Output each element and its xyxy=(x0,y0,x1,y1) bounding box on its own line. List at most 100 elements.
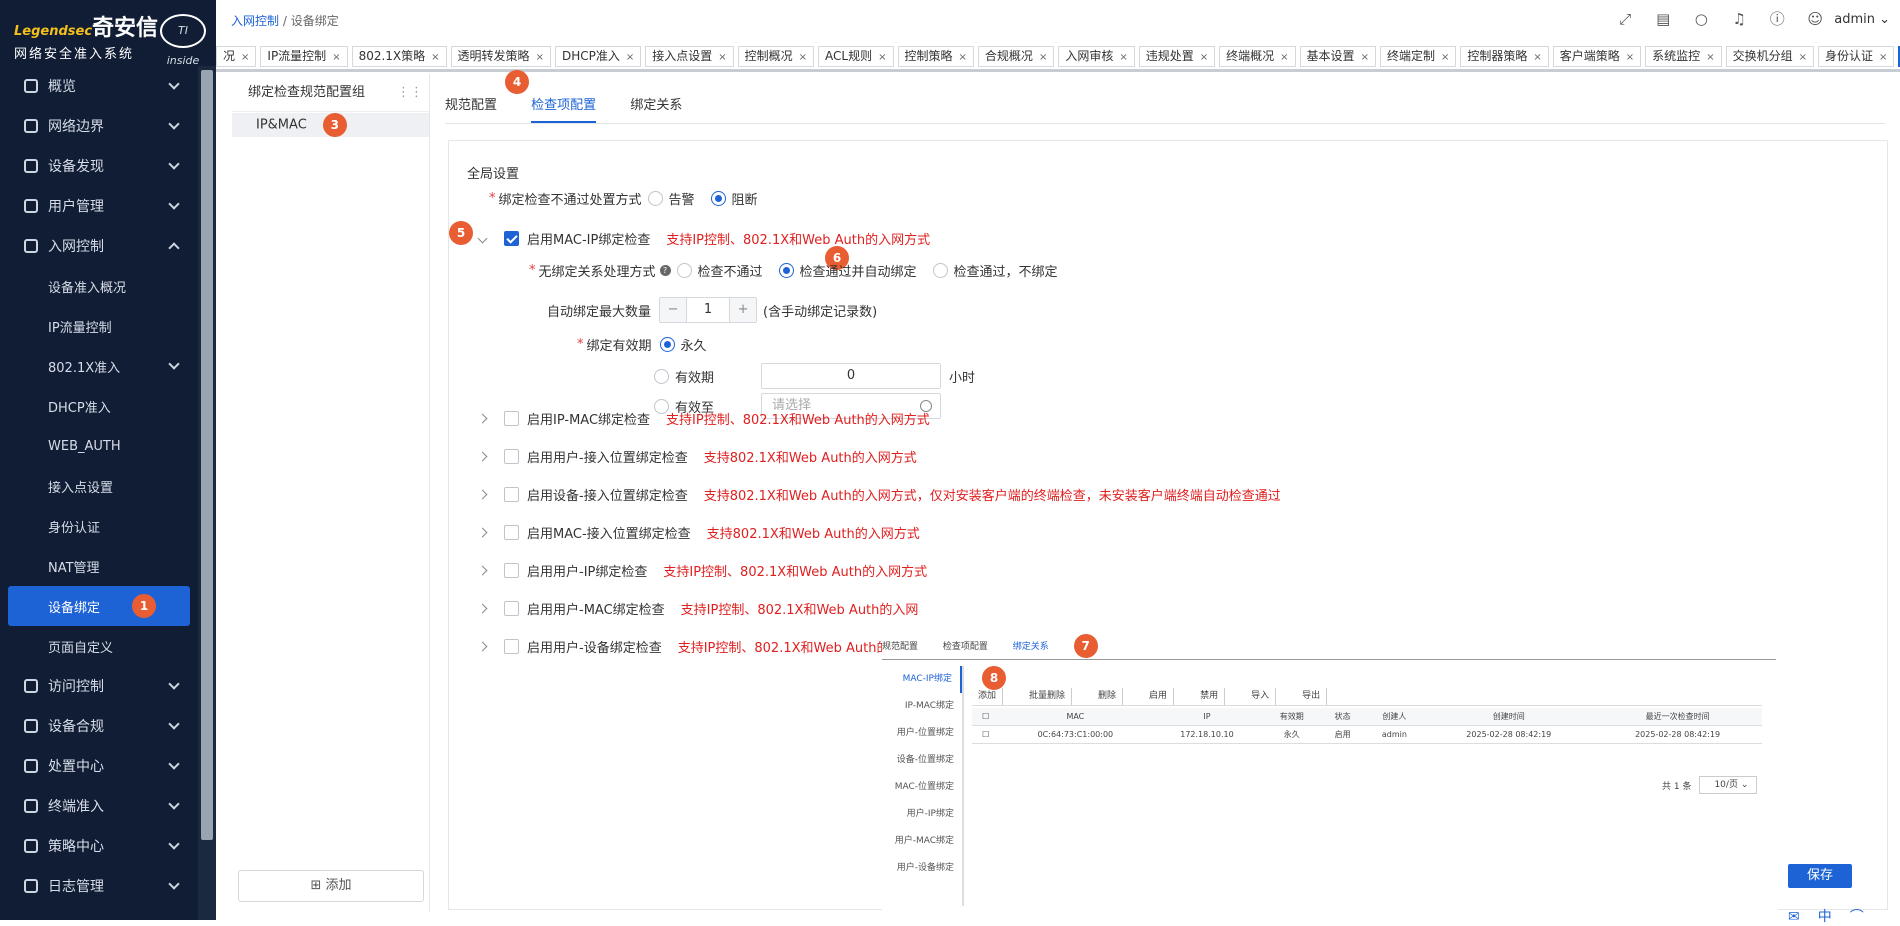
close-icon[interactable]: × xyxy=(1280,52,1288,63)
page-tab[interactable]: 控制概况 × xyxy=(737,46,815,67)
plus-icon[interactable]: + xyxy=(730,298,757,322)
menu-overview[interactable]: 概览 xyxy=(0,66,198,106)
page-tab[interactable]: 合规概况 × xyxy=(977,46,1055,67)
breadcrumb-parent[interactable]: 入网控制 xyxy=(231,14,279,28)
tab-binding-relation[interactable]: 绑定关系 xyxy=(630,94,682,121)
save-button[interactable]: 保存 xyxy=(1788,864,1852,888)
page-tab[interactable]: 基本设置 × xyxy=(1299,46,1376,67)
preview-tool-button[interactable]: 启用 xyxy=(1143,688,1175,705)
close-icon[interactable]: × xyxy=(431,52,439,63)
close-icon[interactable]: × xyxy=(1706,52,1714,63)
menu-log-management[interactable]: 日志管理 xyxy=(0,866,198,906)
page-tab[interactable]: 况 × xyxy=(216,46,257,67)
submenu-identity-auth[interactable]: 身份认证 xyxy=(0,506,198,546)
expand-icon[interactable] xyxy=(477,603,488,614)
page-tab[interactable]: 系统监控 × xyxy=(1645,46,1722,67)
valid-forever-radio[interactable] xyxy=(659,337,675,352)
search-icon[interactable]: ○ xyxy=(1692,10,1710,28)
close-icon[interactable]: × xyxy=(536,52,544,63)
search-doc-icon[interactable]: ▤ xyxy=(1654,10,1672,28)
expand-icon[interactable] xyxy=(477,451,488,462)
page-tab[interactable]: 控制器策略 × xyxy=(1460,46,1549,67)
check-checkbox[interactable] xyxy=(504,601,519,616)
close-icon[interactable]: × xyxy=(959,52,967,63)
preview-tool-button[interactable]: 添加 xyxy=(972,688,1004,705)
expand-icon[interactable] xyxy=(477,565,488,576)
nobind-fail-radio[interactable] xyxy=(676,263,692,278)
preview-side-item[interactable]: 用户-位置绑定 xyxy=(882,720,962,747)
expand-icon[interactable] xyxy=(477,641,488,652)
user-icon[interactable]: ☺ xyxy=(1806,10,1824,28)
close-icon[interactable]: × xyxy=(1039,52,1047,63)
check-checkbox[interactable] xyxy=(504,411,519,426)
page-tab[interactable]: 客户端策略 × xyxy=(1552,46,1642,67)
nobind-pass-radio[interactable] xyxy=(932,263,948,278)
page-size-select[interactable]: 10/页 ⌄ xyxy=(1699,776,1758,794)
preview-side-item[interactable]: 用户-MAC绑定 xyxy=(882,828,962,855)
preview-side-item[interactable]: MAC-IP绑定 xyxy=(882,666,962,693)
preview-tab-check[interactable]: 检查项配置 xyxy=(943,639,988,652)
expand-icon[interactable] xyxy=(477,527,488,538)
submenu-ip-flow[interactable]: IP流量控制 xyxy=(0,306,198,346)
expand-icon[interactable] xyxy=(477,413,488,424)
collapse-icon[interactable] xyxy=(477,233,488,244)
submenu-nat[interactable]: NAT管理 xyxy=(0,546,198,586)
preview-side-item[interactable]: 设备-位置绑定 xyxy=(882,747,962,774)
tab-spec-config[interactable]: 规范配置 xyxy=(445,94,497,121)
submenu-dhcp[interactable]: DHCP准入 xyxy=(0,386,198,426)
help-icon[interactable]: ? xyxy=(659,265,671,276)
sidebar-scrollbar[interactable] xyxy=(198,66,216,920)
page-tab[interactable]: 接入点设置 × xyxy=(645,46,734,67)
close-icon[interactable]: × xyxy=(1879,52,1887,63)
ime-toolbar[interactable]: ✉中⌒ xyxy=(1788,906,1882,926)
close-icon[interactable]: × xyxy=(1119,52,1127,63)
preview-tool-button[interactable]: 导入 xyxy=(1245,688,1277,705)
select-all-checkbox[interactable]: ☐ xyxy=(972,708,1000,726)
page-tab[interactable]: 交换机分组 × xyxy=(1725,46,1814,67)
preview-tab-relation[interactable]: 绑定关系 xyxy=(1013,639,1049,652)
page-tab[interactable]: 终端概况 × xyxy=(1219,46,1296,67)
preview-tool-button[interactable]: 禁用 xyxy=(1194,688,1226,705)
drag-handle-icon[interactable]: ⋮⋮ xyxy=(397,74,423,112)
menu-handle-center[interactable]: 处置中心 xyxy=(0,746,198,786)
period-input[interactable]: 0 xyxy=(761,363,941,389)
close-icon[interactable]: × xyxy=(1626,52,1634,63)
page-tab[interactable]: 透明转发策略 × xyxy=(450,46,551,67)
tab-check-config[interactable]: 检查项配置 xyxy=(531,94,597,123)
page-tab[interactable]: 身份认证 × xyxy=(1817,46,1895,67)
check-checkbox[interactable] xyxy=(504,525,519,540)
menu-network-border[interactable]: 网络边界 xyxy=(0,106,198,146)
close-icon[interactable]: × xyxy=(878,52,886,63)
valid-period-radio[interactable] xyxy=(654,368,669,384)
close-icon[interactable]: × xyxy=(799,52,807,63)
bell-icon[interactable]: ♫ xyxy=(1730,10,1748,28)
menu-terminal-access[interactable]: 终端准入 xyxy=(0,786,198,826)
menu-device-discover[interactable]: 设备发现 xyxy=(0,146,198,186)
menu-access-control-network[interactable]: 入网控制 xyxy=(0,226,198,266)
page-tab[interactable]: 违规处置 × xyxy=(1138,46,1216,67)
close-icon[interactable]: × xyxy=(1200,52,1208,63)
submenu-page-custom[interactable]: 页面自定义 xyxy=(0,626,198,666)
preview-tool-button[interactable]: 删除 xyxy=(1092,688,1124,705)
close-icon[interactable]: × xyxy=(1799,52,1807,63)
close-icon[interactable]: × xyxy=(1533,52,1541,63)
group-item[interactable]: IP&MAC 3 xyxy=(232,113,429,137)
submenu-web-auth[interactable]: WEB_AUTH xyxy=(0,426,198,466)
close-icon[interactable]: × xyxy=(241,52,249,63)
menu-policy-center[interactable]: 策略中心 xyxy=(0,826,198,866)
row-checkbox[interactable]: ☐ xyxy=(972,725,1000,744)
max-bind-value[interactable]: 1 xyxy=(686,298,731,322)
preview-side-item[interactable]: IP-MAC绑定 xyxy=(882,693,962,720)
preview-side-item[interactable]: 用户-设备绑定 xyxy=(882,855,962,882)
page-tab[interactable]: 802.1X策略 × xyxy=(351,46,447,67)
max-bind-stepper[interactable]: −1 + xyxy=(659,297,758,323)
scroll-thumb[interactable] xyxy=(201,70,213,840)
submenu-device-binding[interactable]: 设备绑定 1 xyxy=(8,586,190,626)
alarm-radio[interactable] xyxy=(647,191,663,206)
mac-ip-checkbox[interactable] xyxy=(504,231,519,246)
close-icon[interactable]: × xyxy=(718,52,726,63)
page-tab[interactable]: 控制策略 × xyxy=(897,46,974,67)
check-checkbox[interactable] xyxy=(504,639,519,654)
info-icon[interactable]: ⓘ xyxy=(1768,10,1786,28)
menu-user-management[interactable]: 用户管理 xyxy=(0,186,198,226)
